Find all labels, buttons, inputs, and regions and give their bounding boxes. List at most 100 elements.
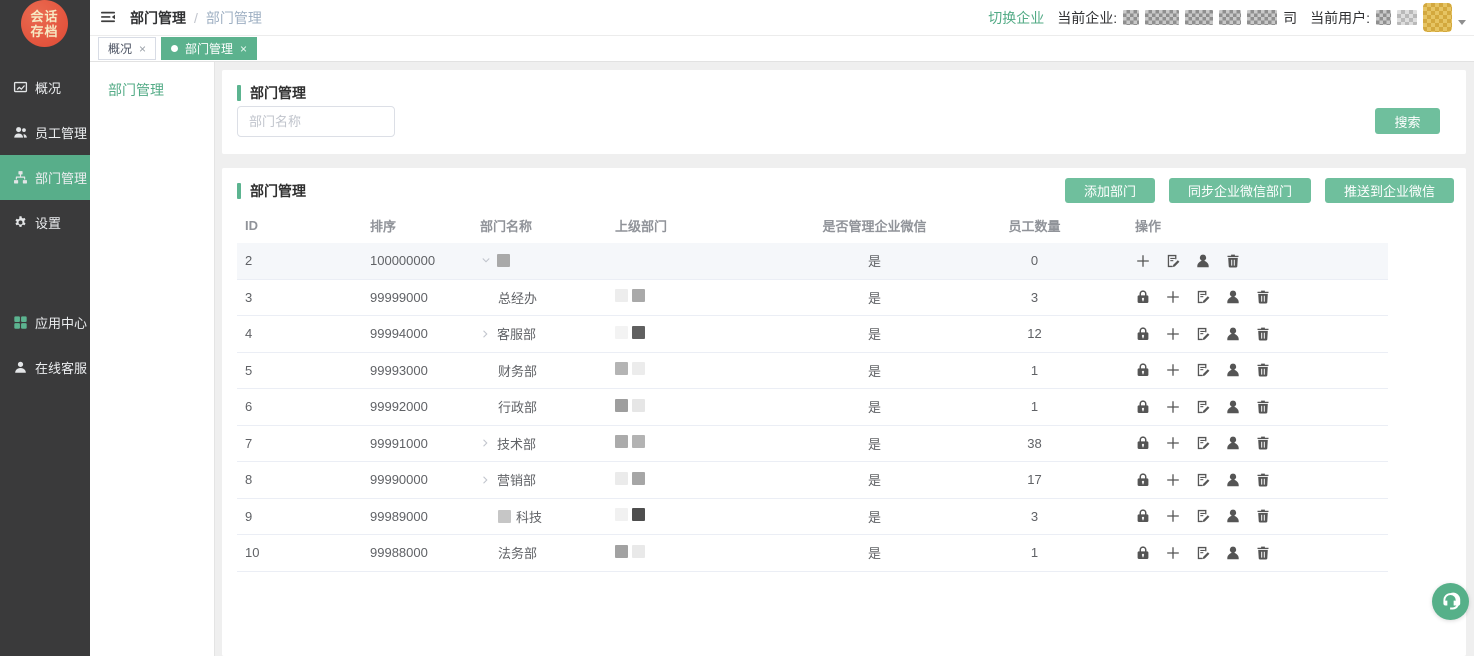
col-header-name: 部门名称 (472, 216, 607, 235)
user-menu-caret-icon[interactable] (1458, 20, 1466, 25)
add-sub-department-icon[interactable] (1165, 362, 1181, 378)
sidebar-item-settings[interactable]: 设置 (0, 200, 90, 245)
cell-employee-count: 0 (942, 253, 1127, 268)
department-members-icon[interactable] (1195, 253, 1211, 269)
expand-row-icon[interactable] (480, 328, 492, 340)
main-content: 部门管理 搜索 部门管理 添加部门 同步企业微信部门 推送到企业微信 ID 排序… (215, 62, 1474, 656)
sidebar-item-departments[interactable]: 部门管理 (0, 155, 90, 200)
department-members-icon[interactable] (1225, 399, 1241, 415)
redacted-company-name (1219, 10, 1241, 25)
cell-employee-count: 3 (942, 290, 1127, 305)
sync-wecom-departments-button[interactable]: 同步企业微信部门 (1169, 178, 1311, 203)
tab-close-icon[interactable]: × (240, 42, 247, 56)
edit-department-icon[interactable] (1195, 326, 1211, 342)
add-sub-department-icon[interactable] (1135, 253, 1151, 269)
edit-department-icon[interactable] (1165, 253, 1181, 269)
delete-department-icon[interactable] (1255, 545, 1271, 561)
edit-department-icon[interactable] (1195, 545, 1211, 561)
col-header-parent: 上级部门 (607, 216, 807, 235)
customer-service-fab[interactable] (1432, 583, 1469, 620)
support-icon (13, 360, 28, 375)
tab-close-icon[interactable]: × (139, 42, 146, 56)
redacted-parent-block (615, 472, 628, 485)
cell-wecom-managed: 是 (807, 507, 942, 526)
edit-department-icon[interactable] (1195, 508, 1211, 524)
delete-department-icon[interactable] (1255, 326, 1271, 342)
switch-company-link[interactable]: 切换企业 (988, 8, 1044, 28)
department-members-icon[interactable] (1225, 472, 1241, 488)
cell-id: 2 (237, 253, 362, 268)
sidebar-item-app-center[interactable]: 应用中心 (0, 300, 90, 345)
cell-operations (1127, 253, 1388, 269)
department-members-icon[interactable] (1225, 326, 1241, 342)
edit-department-icon[interactable] (1195, 399, 1211, 415)
breadcrumb-item[interactable]: 部门管理 (130, 8, 186, 28)
delete-department-icon[interactable] (1255, 508, 1271, 524)
delete-department-icon[interactable] (1255, 289, 1271, 305)
expand-row-icon[interactable] (480, 474, 492, 486)
delete-department-icon[interactable] (1255, 472, 1271, 488)
add-sub-department-icon[interactable] (1165, 326, 1181, 342)
lock-icon[interactable] (1135, 508, 1151, 524)
sidebar-item-label: 部门管理 (35, 168, 87, 187)
departments-table: ID 排序 部门名称 上级部门 是否管理企业微信 员工数量 操作 2100000… (237, 208, 1388, 572)
collapse-row-icon[interactable] (480, 255, 492, 267)
col-header-id: ID (237, 218, 362, 233)
search-button[interactable]: 搜索 (1375, 108, 1440, 134)
edit-department-icon[interactable] (1195, 472, 1211, 488)
department-name-input[interactable] (237, 106, 395, 137)
lock-icon[interactable] (1135, 545, 1151, 561)
add-sub-department-icon[interactable] (1165, 508, 1181, 524)
department-members-icon[interactable] (1225, 435, 1241, 451)
add-sub-department-icon[interactable] (1165, 435, 1181, 451)
lock-icon[interactable] (1135, 289, 1151, 305)
card-title: 部门管理 (237, 83, 306, 103)
redacted-parent-block (632, 289, 645, 302)
cell-employee-count: 38 (942, 436, 1127, 451)
sidebar-item-online-support[interactable]: 在线客服 (0, 345, 90, 390)
tab-overview[interactable]: 概况 × (98, 37, 156, 60)
push-to-wecom-button[interactable]: 推送到企业微信 (1325, 178, 1454, 203)
top-header: 部门管理 / 部门管理 切换企业 当前企业: 司 当前用户: (90, 0, 1474, 36)
expand-row-icon[interactable] (480, 437, 492, 449)
delete-department-icon[interactable] (1255, 435, 1271, 451)
lock-icon[interactable] (1135, 399, 1151, 415)
add-department-button[interactable]: 添加部门 (1065, 178, 1155, 203)
tab-departments[interactable]: 部门管理 × (161, 37, 257, 60)
col-header-wecom-managed: 是否管理企业微信 (807, 216, 942, 235)
delete-department-icon[interactable] (1225, 253, 1241, 269)
edit-department-icon[interactable] (1195, 435, 1211, 451)
current-user[interactable]: 当前用户: (1310, 3, 1466, 32)
cell-operations (1127, 362, 1388, 378)
department-members-icon[interactable] (1225, 362, 1241, 378)
edit-department-icon[interactable] (1195, 289, 1211, 305)
cell-wecom-managed: 是 (807, 361, 942, 380)
delete-department-icon[interactable] (1255, 399, 1271, 415)
department-name-text: 科技 (516, 507, 542, 526)
add-sub-department-icon[interactable] (1165, 399, 1181, 415)
lock-icon[interactable] (1135, 435, 1151, 451)
cell-department-name: 总经办 (472, 288, 607, 307)
sidebar-item-overview[interactable]: 概况 (0, 65, 90, 110)
lock-icon[interactable] (1135, 472, 1151, 488)
collapse-menu-icon[interactable] (100, 9, 118, 27)
sidebar-item-employees[interactable]: 员工管理 (0, 110, 90, 155)
lock-icon[interactable] (1135, 326, 1151, 342)
add-sub-department-icon[interactable] (1165, 472, 1181, 488)
redacted-parent-block (632, 326, 645, 339)
cell-wecom-managed: 是 (807, 470, 942, 489)
table-row: 499994000客服部是12 (237, 316, 1388, 353)
delete-department-icon[interactable] (1255, 362, 1271, 378)
department-members-icon[interactable] (1225, 508, 1241, 524)
add-sub-department-icon[interactable] (1165, 545, 1181, 561)
department-members-icon[interactable] (1225, 289, 1241, 305)
cell-sort: 99999000 (362, 290, 472, 305)
cell-operations (1127, 508, 1388, 524)
department-members-icon[interactable] (1225, 545, 1241, 561)
user-avatar[interactable] (1423, 3, 1452, 32)
edit-department-icon[interactable] (1195, 362, 1211, 378)
department-management-page: 会话 存档 概况 员工管理 部门管理 设置 应用中心 (0, 0, 1474, 656)
lock-icon[interactable] (1135, 362, 1151, 378)
add-sub-department-icon[interactable] (1165, 289, 1181, 305)
submenu-item-departments[interactable]: 部门管理 (90, 62, 214, 100)
